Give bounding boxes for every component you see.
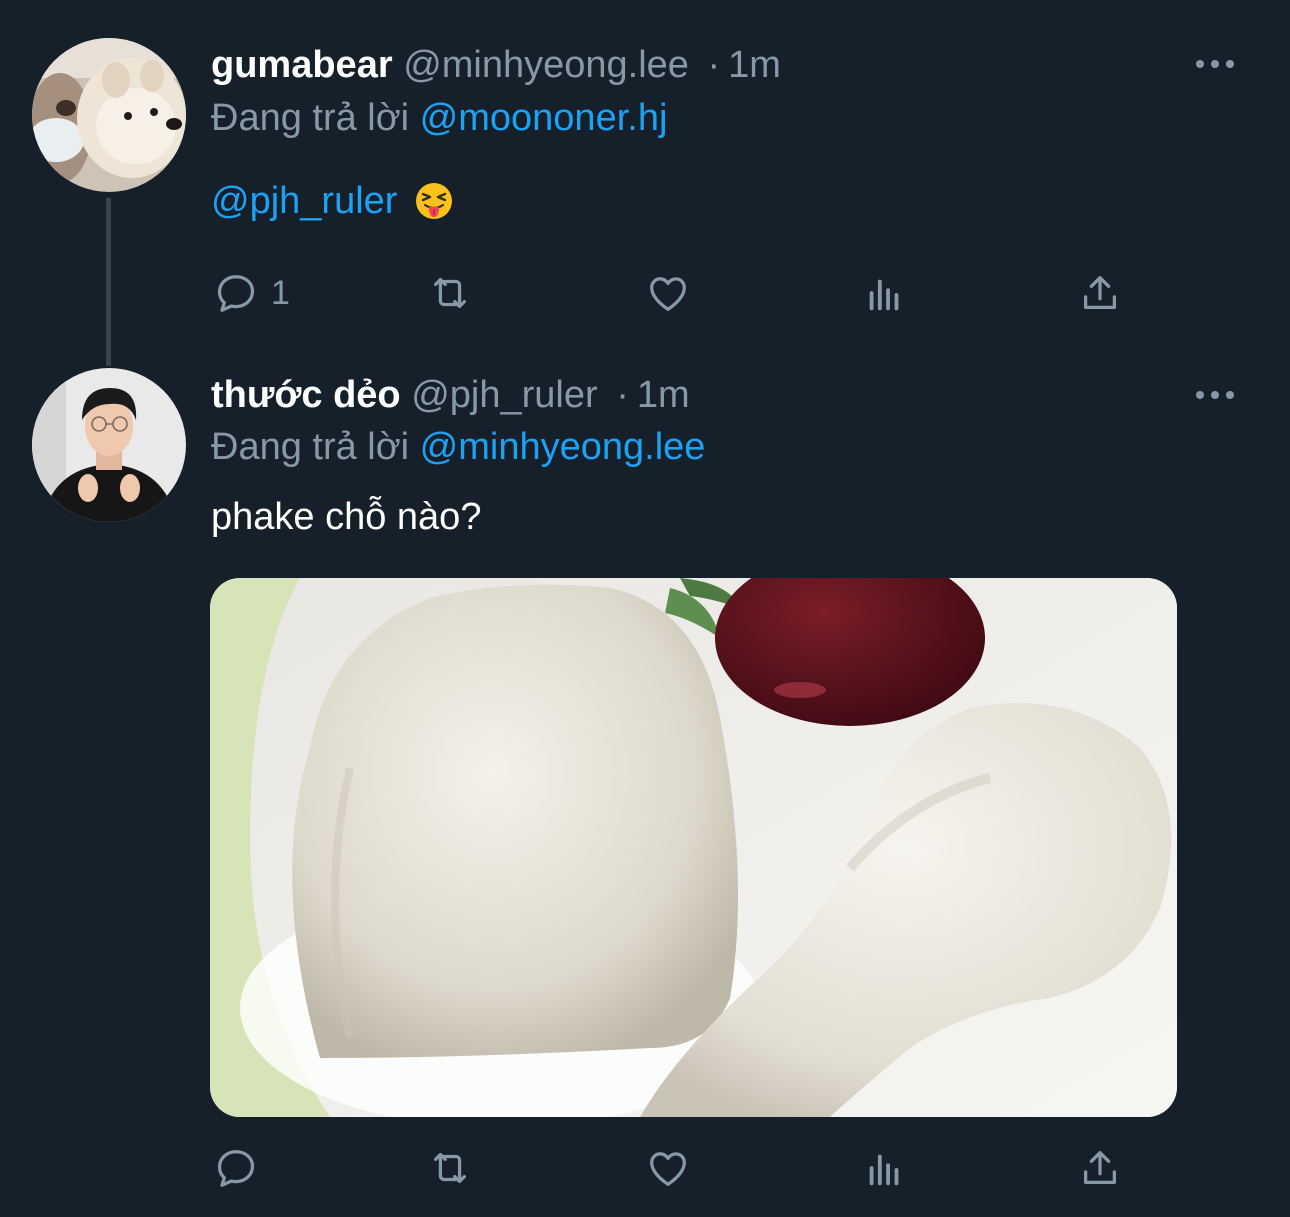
reply-count: 1 (271, 273, 290, 312)
analytics-icon (869, 279, 899, 311)
replying-to: Đang trả lời @minhyeong.lee (211, 424, 705, 470)
tweet-text: @pjh_ruler (211, 178, 454, 232)
tweet-actions (211, 1143, 1131, 1193)
rice-shaped-like-chicken-drumstick-photo (210, 578, 1177, 1117)
replying-to-mention[interactable]: @moononer.hj (420, 97, 668, 139)
tweet-header: thước dẻo @pjh_ruler · 1m (211, 372, 690, 418)
tweet-actions: 1 (211, 268, 1131, 318)
timestamp[interactable]: 1m (728, 44, 781, 86)
like-button[interactable] (645, 268, 691, 318)
display-name[interactable]: thước dẻo (211, 374, 401, 416)
reply-button[interactable] (213, 1143, 271, 1193)
tweet-header: gumabear @minhyeong.lee · 1m (211, 42, 781, 88)
more-icon[interactable] (1196, 58, 1234, 70)
retweet-icon (433, 277, 467, 309)
avatar[interactable] (32, 38, 186, 192)
more-icon[interactable] (1196, 389, 1234, 401)
text-mention[interactable]: @pjh_ruler (211, 180, 397, 222)
share-button[interactable] (1077, 268, 1123, 318)
thread-connector-line (106, 198, 111, 366)
replying-prefix: Đang trả lời (211, 97, 410, 139)
timestamp[interactable]: 1m (637, 374, 690, 416)
tweet-thread: gumabear @minhyeong.lee · 1m Đang trả lời… (0, 0, 1290, 1217)
user-handle[interactable]: @pjh_ruler (411, 374, 597, 416)
reply-button[interactable]: 1 (213, 268, 290, 318)
pomeranian-dog-avatar (32, 38, 186, 192)
retweet-button[interactable] (427, 1143, 473, 1193)
separator: · (616, 374, 629, 416)
avatar[interactable] (32, 368, 186, 522)
tweet-1[interactable]: gumabear @minhyeong.lee · 1m Đang trả lời… (0, 0, 1290, 366)
tweet-media-image[interactable] (210, 578, 1177, 1117)
replying-to-mention[interactable]: @minhyeong.lee (420, 426, 706, 468)
tweet-text: phake chỗ nào? (211, 496, 482, 538)
share-icon (1083, 276, 1117, 310)
like-icon (650, 277, 686, 311)
retweet-button[interactable] (427, 268, 473, 318)
replying-to: Đang trả lời @moononer.hj (211, 95, 667, 141)
reply-icon (217, 1150, 255, 1187)
retweet-icon (433, 1152, 467, 1184)
analytics-button[interactable] (862, 1143, 908, 1193)
replying-prefix: Đang trả lời (211, 426, 410, 468)
analytics-icon (869, 1154, 899, 1186)
like-button[interactable] (645, 1143, 691, 1193)
user-handle[interactable]: @minhyeong.lee (403, 44, 689, 86)
share-button[interactable] (1077, 1143, 1123, 1193)
like-icon (650, 1152, 686, 1186)
separator: · (707, 44, 721, 86)
squinting-face-with-tongue-icon (414, 181, 454, 232)
tweet-2[interactable]: thước dẻo @pjh_ruler · 1m Đang trả lời @m… (0, 366, 1290, 1217)
display-name[interactable]: gumabear (211, 44, 393, 86)
young-man-glasses-avatar (32, 368, 186, 522)
share-icon (1083, 1151, 1117, 1185)
analytics-button[interactable] (862, 268, 908, 318)
reply-icon (217, 275, 255, 312)
